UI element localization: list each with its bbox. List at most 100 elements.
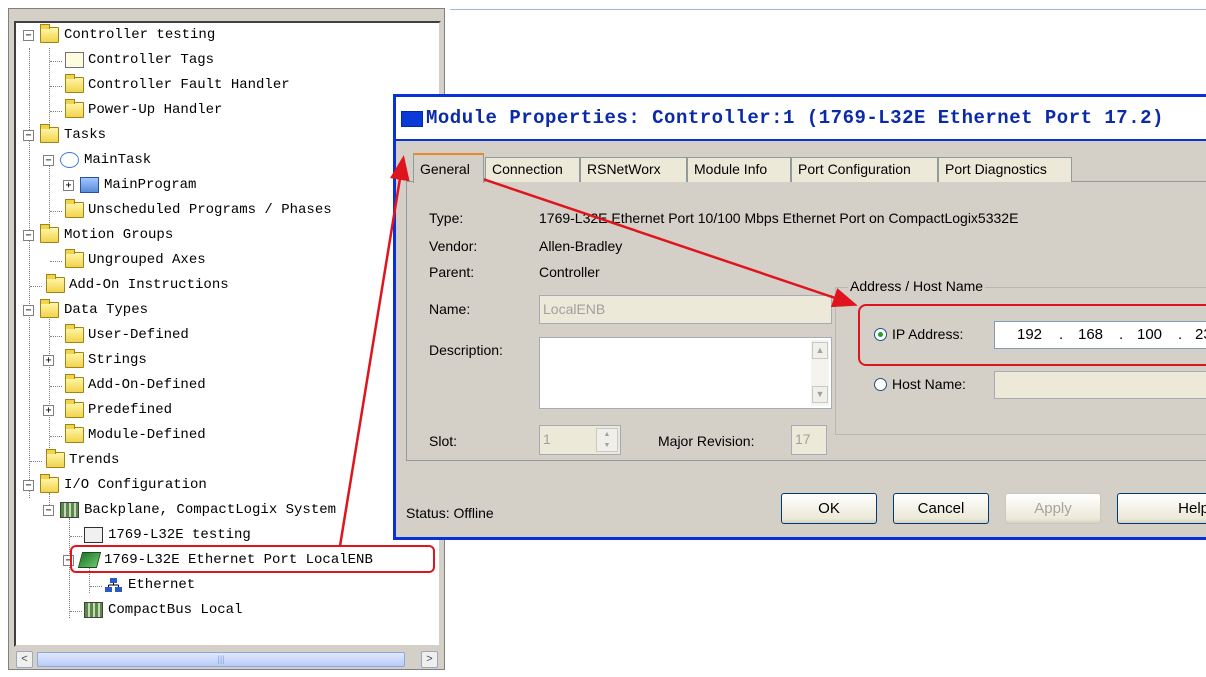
expand-icon[interactable]: +: [43, 355, 54, 366]
tree-item-label: Controller Tags: [88, 52, 215, 68]
controller-module-icon: [84, 527, 103, 543]
folder-icon: [46, 449, 65, 468]
tree-item-user-defined[interactable]: User-Defined: [16, 323, 436, 348]
ip-address-field[interactable]: 192 . 168 . 100 . 230: [994, 321, 1206, 349]
window-icon: [401, 111, 423, 127]
tree-item-motion-groups[interactable]: − Motion Groups: [16, 223, 436, 248]
tree-item-label: Predefined: [88, 402, 173, 418]
tree-item-maintask[interactable]: − MainTask: [16, 148, 436, 173]
collapse-icon[interactable]: −: [23, 30, 34, 41]
tab-port-diagnostics[interactable]: Port Diagnostics: [938, 157, 1072, 182]
program-icon: [80, 177, 99, 193]
workspace-border: [450, 9, 1206, 10]
folder-icon: [65, 249, 84, 268]
tree-connector: [50, 386, 62, 387]
ip-address-radio[interactable]: [874, 328, 887, 341]
tree-item-fault-handler[interactable]: Controller Fault Handler: [16, 73, 436, 98]
folder-icon: [65, 99, 84, 118]
tree-item-predefined[interactable]: + Predefined: [16, 398, 436, 423]
name-field[interactable]: LocalENB: [539, 295, 832, 324]
type-label: Type:: [429, 210, 464, 226]
expand-icon[interactable]: +: [63, 180, 74, 191]
host-name-field[interactable]: [994, 371, 1206, 399]
backplane-icon: [84, 602, 103, 618]
ip-dot: .: [1059, 326, 1064, 343]
ip-octet-2: 168: [1078, 326, 1104, 343]
tree-item-label: Backplane, CompactLogix System: [84, 502, 337, 518]
datatype-folder-icon: [65, 424, 84, 443]
collapse-icon[interactable]: −: [23, 305, 34, 316]
tree-connector: [50, 61, 62, 62]
tree-item-backplane[interactable]: − Backplane, CompactLogix System: [16, 498, 436, 523]
description-scrollbar[interactable]: ▲ ▼: [811, 340, 829, 406]
parent-value: Controller: [539, 264, 600, 280]
description-field[interactable]: ▲ ▼: [539, 337, 832, 409]
tree-item-power-up-handler[interactable]: Power-Up Handler: [16, 98, 436, 123]
tab-connection[interactable]: Connection: [485, 157, 580, 182]
tree-item-label: Strings: [88, 352, 147, 368]
tree-item-strings[interactable]: + Strings: [16, 348, 436, 373]
tree-item-controller[interactable]: − Controller testing: [16, 23, 436, 48]
tree-item-label: I/O Configuration: [64, 477, 207, 493]
host-name-label: Host Name:: [892, 376, 966, 392]
folder-icon: [40, 474, 59, 493]
slot-value: 1: [543, 431, 551, 447]
major-revision-field[interactable]: 17: [791, 425, 827, 455]
tree-item-unscheduled-programs[interactable]: Unscheduled Programs / Phases: [16, 198, 436, 223]
ip-octet-1: 192: [1017, 326, 1043, 343]
tree-item-label: CompactBus Local: [108, 602, 243, 618]
collapse-icon[interactable]: −: [23, 230, 34, 241]
tree-item-compactbus[interactable]: CompactBus Local: [16, 598, 436, 623]
tree-item-add-on-defined[interactable]: Add-On-Defined: [16, 373, 436, 398]
tab-port-configuration[interactable]: Port Configuration: [791, 157, 938, 182]
collapse-icon[interactable]: −: [23, 480, 34, 491]
tree-item-ungrouped-axes[interactable]: Ungrouped Axes: [16, 248, 436, 273]
tab-rsnetworx[interactable]: RSNetWorx: [580, 157, 687, 182]
tree-item-add-on-instructions[interactable]: Add-On Instructions: [16, 273, 436, 298]
help-button[interactable]: Help: [1117, 493, 1206, 524]
collapse-icon[interactable]: −: [23, 130, 34, 141]
slot-spinner-icon[interactable]: ▲ ▼: [596, 428, 618, 452]
ok-button[interactable]: OK: [781, 493, 877, 524]
host-name-radio[interactable]: [874, 378, 887, 391]
tree-item-label: Controller testing: [64, 27, 216, 43]
type-value: 1769-L32E Ethernet Port 10/100 Mbps Ethe…: [539, 210, 1019, 226]
apply-button[interactable]: Apply: [1005, 493, 1101, 524]
name-label: Name:: [429, 301, 471, 317]
scroll-up-icon[interactable]: ▲: [812, 342, 828, 359]
scrollbar-thumb[interactable]: |||: [37, 652, 405, 667]
tree-item-label: MainTask: [84, 152, 152, 168]
tree-item-trends[interactable]: Trends: [16, 448, 436, 473]
tree-connector: [50, 111, 62, 112]
description-label: Description:: [429, 342, 503, 358]
scroll-down-icon[interactable]: ▼: [812, 386, 828, 403]
tree-item-label: Motion Groups: [64, 227, 174, 243]
expand-icon[interactable]: +: [43, 405, 54, 416]
folder-icon: [40, 224, 59, 243]
folder-icon: [46, 274, 65, 293]
tree-item-mainprogram[interactable]: + MainProgram: [16, 173, 436, 198]
slot-field[interactable]: 1 ▲ ▼: [539, 425, 621, 455]
scroll-left-icon[interactable]: <: [16, 651, 33, 668]
collapse-icon[interactable]: −: [43, 155, 54, 166]
vendor-value: Allen-Bradley: [539, 238, 623, 254]
tree-item-controller-tags[interactable]: Controller Tags: [16, 48, 436, 73]
scroll-right-icon[interactable]: >: [421, 651, 438, 668]
cancel-button[interactable]: Cancel: [893, 493, 989, 524]
tab-general[interactable]: General: [413, 153, 484, 183]
tree-item-module-defined[interactable]: Module-Defined: [16, 423, 436, 448]
tree-connector: [30, 461, 42, 462]
dialog-titlebar[interactable]: Module Properties: Controller:1 (1769-L3…: [396, 97, 1206, 139]
task-icon: [60, 152, 79, 168]
tree-item-ethernet[interactable]: Ethernet: [16, 573, 436, 598]
tree-item-data-types[interactable]: − Data Types: [16, 298, 436, 323]
horizontal-scrollbar[interactable]: < ||| >: [14, 651, 441, 668]
tree-item-tasks[interactable]: − Tasks: [16, 123, 436, 148]
tree-connector: [90, 586, 102, 587]
tab-module-info[interactable]: Module Info: [687, 157, 791, 182]
datatype-folder-icon: [65, 374, 84, 393]
collapse-icon[interactable]: −: [43, 505, 54, 516]
tree-connector: [50, 261, 62, 262]
tree-connector: [70, 611, 82, 612]
tree-item-io-configuration[interactable]: − I/O Configuration: [16, 473, 436, 498]
